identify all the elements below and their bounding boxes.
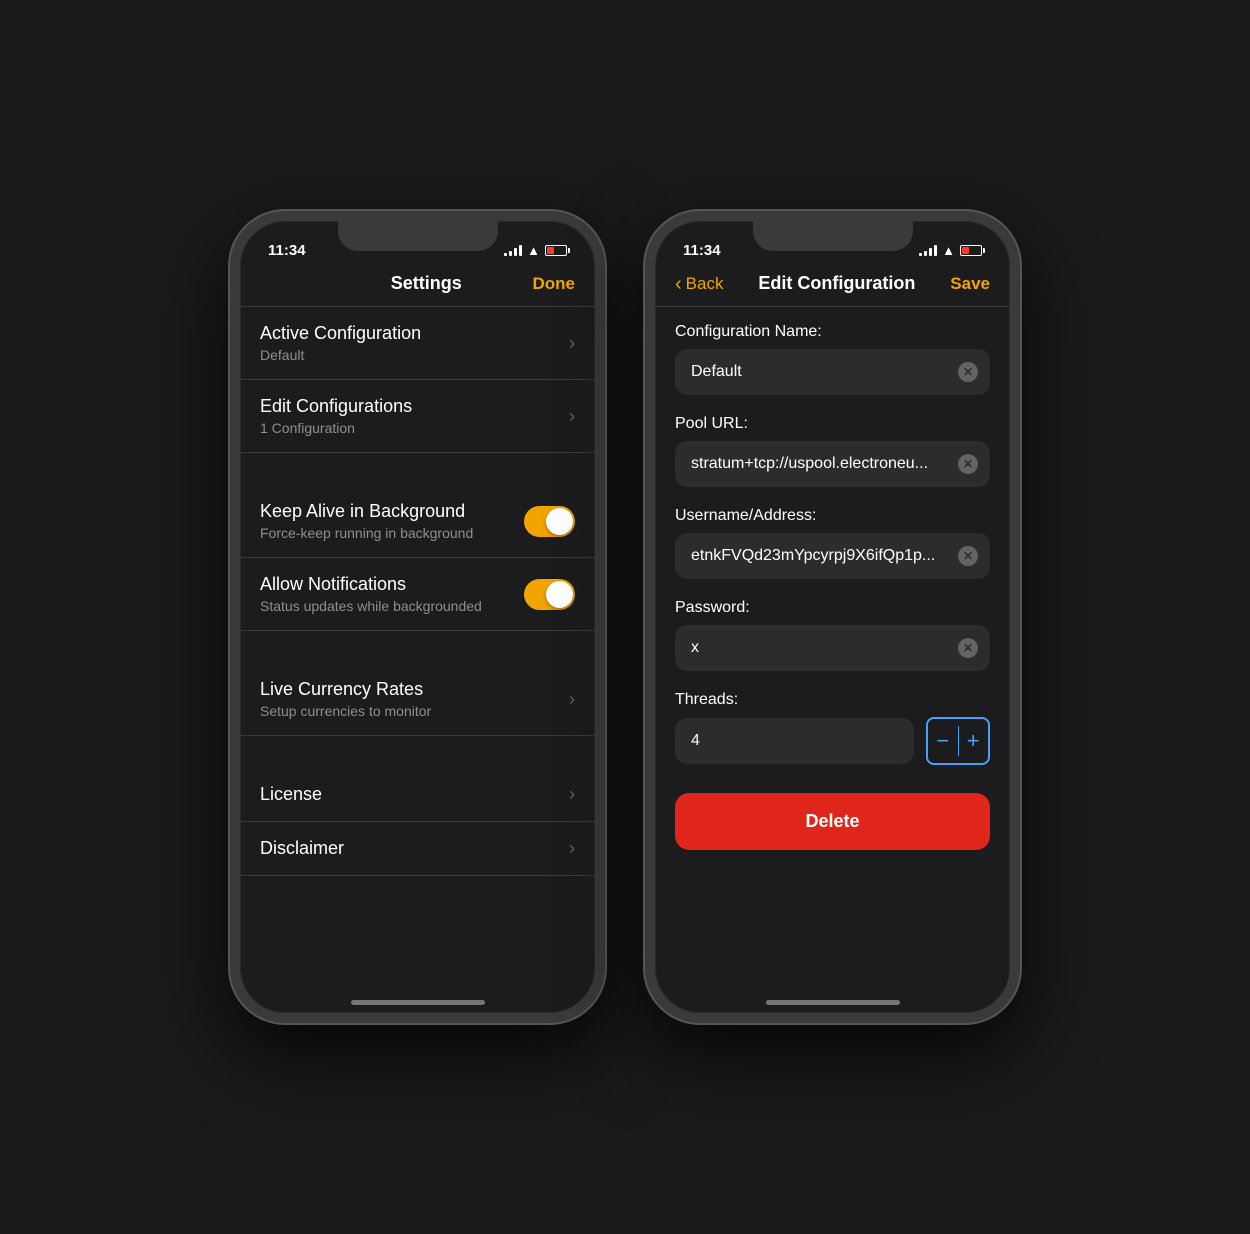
section-spacer [240, 453, 595, 485]
wifi-icon: ▲ [527, 243, 540, 258]
signal-icon [504, 244, 522, 256]
time-display: 11:34 [268, 242, 306, 259]
currency-title: Live Currency Rates [260, 679, 561, 700]
save-button[interactable]: Save [950, 274, 990, 294]
password-label: Password: [675, 599, 990, 617]
battery-icon [545, 245, 567, 256]
time-display-right: 11:34 [683, 242, 721, 259]
password-input[interactable] [675, 625, 990, 671]
notifications-title: Allow Notifications [260, 574, 524, 595]
config-name-input[interactable] [675, 349, 990, 395]
section-spacer-3 [240, 736, 595, 768]
notifications-subtitle: Status updates while backgrounded [260, 598, 524, 614]
back-label: Back [686, 274, 724, 294]
back-button[interactable]: ‹ Back [675, 274, 723, 294]
allow-notifications-item: Allow Notifications Status updates while… [240, 558, 595, 631]
currency-subtitle: Setup currencies to monitor [260, 703, 561, 719]
active-configuration-item[interactable]: Active Configuration Default › [240, 307, 595, 380]
home-indicator-right [766, 1000, 900, 1005]
pool-url-clear-button[interactable]: ✕ [958, 454, 978, 474]
keep-alive-toggle[interactable] [524, 506, 575, 537]
disclaimer-item[interactable]: Disclaimer › [240, 822, 595, 876]
password-wrap: ✕ [675, 625, 990, 671]
settings-screen: 11:34 ▲ Settings Done [240, 221, 595, 1013]
done-button[interactable]: Done [532, 274, 575, 294]
keep-alive-title: Keep Alive in Background [260, 501, 524, 522]
wifi-icon: ▲ [942, 243, 955, 258]
currency-rates-item[interactable]: Live Currency Rates Setup currencies to … [240, 663, 595, 736]
edit-configs-subtitle: 1 Configuration [260, 420, 561, 436]
chevron-right-icon: › [569, 406, 575, 427]
left-phone: 11:34 ▲ Settings Done [230, 211, 605, 1023]
stepper-minus-button[interactable]: − [928, 719, 958, 763]
threads-label: Threads: [675, 691, 990, 709]
password-clear-button[interactable]: ✕ [958, 638, 978, 658]
status-icons: ▲ [504, 243, 567, 258]
edit-config-title: Edit Configuration [758, 273, 915, 294]
notch [753, 221, 913, 251]
notifications-toggle[interactable] [524, 579, 575, 610]
license-item[interactable]: License › [240, 768, 595, 822]
right-phone: 11:34 ▲ ‹ Back [645, 211, 1020, 1023]
chevron-right-icon: › [569, 838, 575, 859]
battery-icon [960, 245, 982, 256]
status-icons-right: ▲ [919, 243, 982, 258]
threads-input[interactable] [675, 718, 914, 764]
username-wrap: ✕ [675, 533, 990, 579]
chevron-left-icon: ‹ [675, 274, 682, 294]
active-config-subtitle: Default [260, 347, 561, 363]
chevron-right-icon: › [569, 333, 575, 354]
username-clear-button[interactable]: ✕ [958, 546, 978, 566]
pool-url-label: Pool URL: [675, 415, 990, 433]
chevron-right-icon: › [569, 689, 575, 710]
username-label: Username/Address: [675, 507, 990, 525]
config-name-wrap: ✕ [675, 349, 990, 395]
config-form: Configuration Name: ✕ Pool URL: ✕ Userna… [655, 307, 1010, 765]
notch [338, 221, 498, 251]
keep-alive-subtitle: Force-keep running in background [260, 525, 524, 541]
delete-button[interactable]: Delete [675, 793, 990, 850]
config-name-label: Configuration Name: [675, 323, 990, 341]
edit-config-screen: 11:34 ▲ ‹ Back [655, 221, 1010, 1013]
disclaimer-title: Disclaimer [260, 838, 561, 859]
license-title: License [260, 784, 561, 805]
edit-configs-title: Edit Configurations [260, 396, 561, 417]
keep-alive-item: Keep Alive in Background Force-keep runn… [240, 485, 595, 558]
username-input[interactable] [675, 533, 990, 579]
nav-bar: Settings Done [240, 265, 595, 307]
section-spacer-2 [240, 631, 595, 663]
stepper-plus-button[interactable]: + [958, 719, 988, 763]
active-config-title: Active Configuration [260, 323, 561, 344]
threads-stepper: − + [926, 717, 990, 765]
pool-url-input[interactable] [675, 441, 990, 487]
edit-nav-bar: ‹ Back Edit Configuration Save [655, 265, 1010, 307]
pool-url-wrap: ✕ [675, 441, 990, 487]
edit-configurations-item[interactable]: Edit Configurations 1 Configuration › [240, 380, 595, 453]
config-name-clear-button[interactable]: ✕ [958, 362, 978, 382]
page-title: Settings [391, 273, 462, 294]
signal-icon [919, 244, 937, 256]
home-indicator [351, 1000, 485, 1005]
chevron-right-icon: › [569, 784, 575, 805]
threads-row: − + [675, 717, 990, 765]
settings-list: Active Configuration Default › Edit Conf… [240, 307, 595, 876]
